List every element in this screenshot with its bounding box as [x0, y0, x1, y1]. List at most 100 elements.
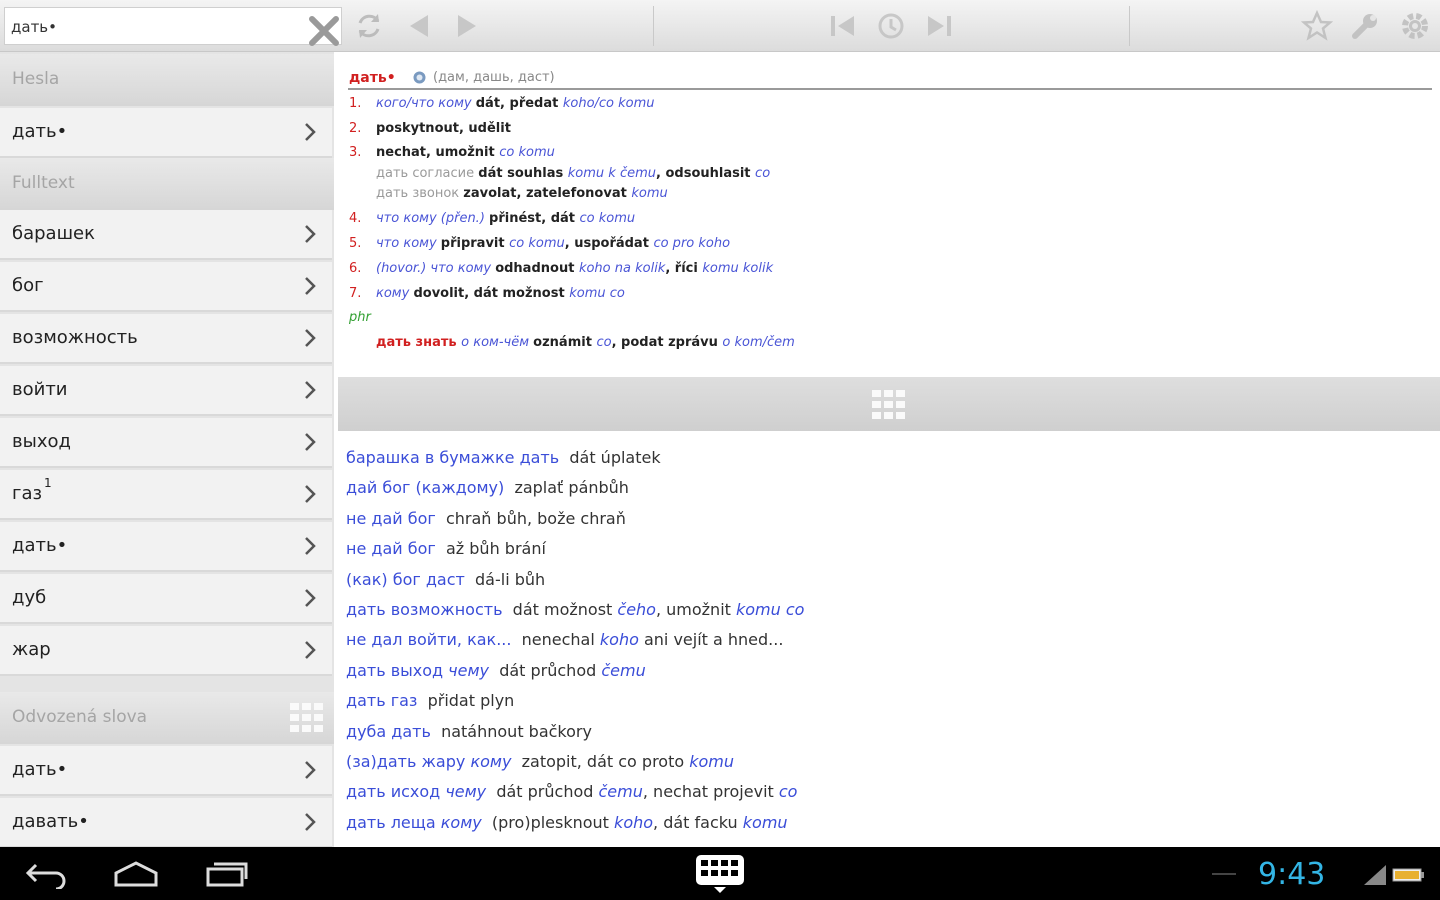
sense-number: 2. [349, 121, 362, 136]
translation-text: dát průchod [486, 782, 599, 802]
source-text: co [755, 166, 771, 181]
search-box[interactable] [4, 7, 342, 48]
search-input[interactable] [11, 15, 296, 39]
translation-text: dát průchod [489, 660, 602, 680]
result-row[interactable]: дать возможность dát možnost čeho, umožn… [346, 600, 804, 619]
translation-text: dovolit, dát možnost [413, 286, 570, 301]
list-item[interactable]: барашек [0, 210, 332, 260]
arrow-right-icon[interactable] [450, 9, 484, 43]
keyboard-icon[interactable] [694, 851, 746, 895]
source-text: co komu [509, 236, 565, 251]
source-text: дать знать [376, 335, 462, 350]
source-text: дать выход [346, 660, 449, 680]
history-back-icon[interactable] [826, 9, 860, 43]
phrase-label: phr [349, 310, 371, 325]
sense-number: 3. [349, 145, 362, 160]
source-text: komu [742, 812, 788, 832]
pane-divider[interactable] [338, 377, 1440, 431]
sense-line: что кому (přen.) přinést, dát co komu [376, 211, 635, 226]
source-text: дать согласие [376, 166, 479, 181]
translation-text: , uspořádat [564, 236, 654, 251]
grid-handle-icon[interactable] [872, 390, 906, 420]
source-text: komu co [569, 286, 625, 301]
toolbar-separator [653, 6, 654, 46]
source-text: (за)дать жару [346, 752, 471, 771]
result-row[interactable]: дуба дать natáhnout bačkory [346, 722, 592, 741]
source-text: кому [376, 286, 414, 301]
section-title: Odvozená slova [12, 707, 148, 727]
list-item[interactable]: дуб [0, 574, 332, 624]
source-text: не дай бог [346, 508, 436, 528]
chevron-right-icon [305, 761, 316, 779]
source-text: co [596, 335, 612, 350]
source-text: не дай бог [346, 539, 436, 559]
list-item[interactable]: войти [0, 366, 332, 416]
result-row[interactable]: не дал войти, как... nenechal koho ani v… [346, 630, 783, 649]
gear-icon[interactable] [1398, 9, 1432, 43]
source-text: co komu [499, 145, 555, 160]
star-icon[interactable] [1300, 9, 1334, 43]
list-item[interactable]: дать• [0, 522, 332, 572]
list-item[interactable]: газ 1 [0, 470, 332, 520]
list-item[interactable]: возможность [0, 314, 332, 364]
list-item[interactable]: давать• [0, 798, 332, 847]
left-panel: Hesla дать• Fulltext барашек бог возможнос… [0, 52, 334, 847]
translation-text: dát souhlas [478, 166, 568, 181]
list-item-label: выход [12, 431, 71, 452]
history-icon[interactable] [874, 9, 908, 43]
source-text: komu co [736, 600, 805, 619]
chevron-right-icon [305, 641, 316, 659]
translation-text: natáhnout bačkory [430, 721, 592, 741]
sense-line: кому dovolit, dát možnost komu co [376, 286, 625, 301]
recent-apps-icon[interactable] [202, 859, 250, 889]
source-text: (hovor.) что кому [376, 261, 496, 276]
translation-text: zaplať pánbůh [504, 478, 629, 498]
entry-forms: (дам, дашь, даст) [433, 70, 555, 85]
translation-text: chraň bůh, bože chraň [435, 508, 626, 528]
result-row[interactable]: дать газ přidat plyn [346, 691, 514, 710]
list-item-label: газ [12, 483, 43, 504]
grid-handle-icon[interactable] [290, 703, 324, 733]
list-item[interactable]: бог [0, 262, 332, 312]
result-row[interactable]: не дай бог chraň bůh, bože chraň [346, 509, 626, 528]
swap-direction-icon[interactable] [352, 9, 386, 43]
source-text: о ком-чём [461, 335, 534, 350]
result-row[interactable]: барашка в бумажке дать dát úplatek [346, 448, 661, 467]
list-item-label: бог [12, 275, 44, 296]
result-row[interactable]: дать выход чему dát průchod čemu [346, 661, 646, 680]
result-row[interactable]: (как) бог даст dá-li bůh [346, 570, 545, 589]
list-item-label: возможность [12, 327, 138, 348]
list-item-headword[interactable]: дать• [0, 108, 332, 158]
list-item-label: дать• [12, 535, 68, 556]
back-icon[interactable] [22, 859, 70, 889]
close-icon[interactable] [307, 14, 341, 48]
home-icon[interactable] [112, 859, 160, 889]
pronunciation-icon[interactable] [412, 70, 427, 85]
list-item[interactable]: дать• [0, 746, 332, 796]
history-forward-icon[interactable] [922, 9, 956, 43]
action-bar [0, 0, 1440, 52]
sense-line: дать звонок zavolat, zatelefonovat komu [376, 186, 668, 201]
translation-text: odhadnout [495, 261, 579, 276]
wrench-icon[interactable] [1348, 9, 1382, 43]
clock: 9:43 [1258, 857, 1326, 892]
result-row[interactable]: не дай бог až bůh brání [346, 539, 546, 558]
result-row[interactable]: (за)дать жару кому zatopit, dát co proto… [346, 752, 734, 771]
result-row[interactable]: дай бог (каждому) zaplať pánbůh [346, 478, 629, 497]
source-text: дай бог (каждому) [346, 478, 505, 498]
source-text: komu k čemu [567, 166, 656, 181]
arrow-left-icon[interactable] [402, 9, 436, 43]
source-text: дуба дать [346, 721, 431, 741]
source-text: co pro koho [653, 236, 731, 251]
list-item[interactable]: жар [0, 626, 332, 676]
result-row[interactable]: дать леща кому (pro)plesknout koho, dát … [346, 813, 788, 832]
translation-text: zavolat, zatelefonovat [463, 186, 632, 201]
list-item-label: давать• [12, 811, 89, 832]
signal-icon [1364, 865, 1386, 885]
source-text: кому [440, 812, 482, 832]
result-row[interactable]: дать исход чему dát průchod čemu, nechat… [346, 782, 797, 801]
list-item[interactable]: выход [0, 418, 332, 468]
section-title: Hesla [12, 69, 60, 89]
translation-text: oznámit [533, 335, 597, 350]
chevron-right-icon [305, 485, 316, 503]
